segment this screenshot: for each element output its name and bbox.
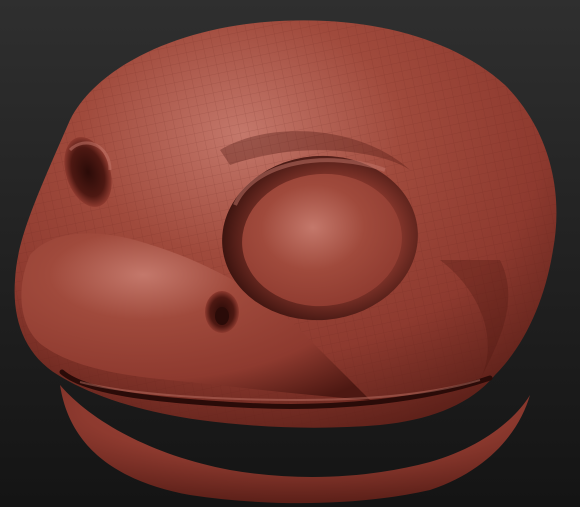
sculpt-viewport[interactable] <box>0 0 580 507</box>
snout-hole-inner <box>215 307 229 325</box>
sculpt-render <box>0 0 580 507</box>
